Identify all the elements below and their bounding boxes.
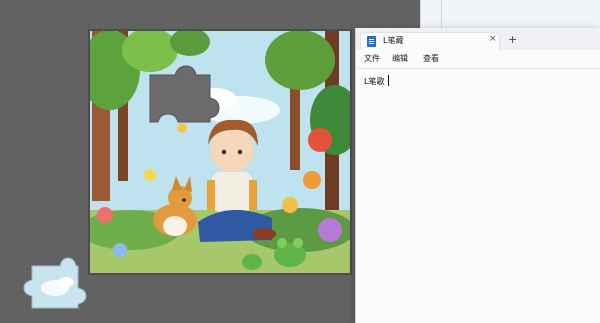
tab-title: L笔藏 bbox=[383, 36, 404, 45]
menu-file[interactable]: 文件 bbox=[364, 53, 380, 64]
close-icon[interactable]: × bbox=[489, 34, 497, 44]
divider bbox=[441, 0, 442, 28]
notepad-window: L笔藏 × + 文件 编辑 查看 L笔歌 bbox=[355, 28, 600, 323]
notepad-icon bbox=[367, 36, 376, 47]
menu-view[interactable]: 查看 bbox=[423, 53, 439, 64]
text-caret bbox=[388, 75, 389, 86]
plus-icon[interactable]: + bbox=[508, 33, 517, 46]
text-editor[interactable]: L笔歌 bbox=[356, 69, 600, 323]
menu-edit[interactable]: 编辑 bbox=[392, 53, 408, 64]
menu-bar: 文件 编辑 查看 bbox=[356, 50, 600, 69]
editor-text: L笔歌 bbox=[364, 77, 385, 86]
puzzle-picture bbox=[90, 31, 350, 273]
background-window-strip bbox=[420, 0, 600, 28]
notepad-tab[interactable]: L笔藏 × bbox=[360, 32, 500, 50]
notepad-titlebar: L笔藏 × + bbox=[356, 28, 600, 50]
loose-puzzle-piece bbox=[23, 257, 87, 309]
